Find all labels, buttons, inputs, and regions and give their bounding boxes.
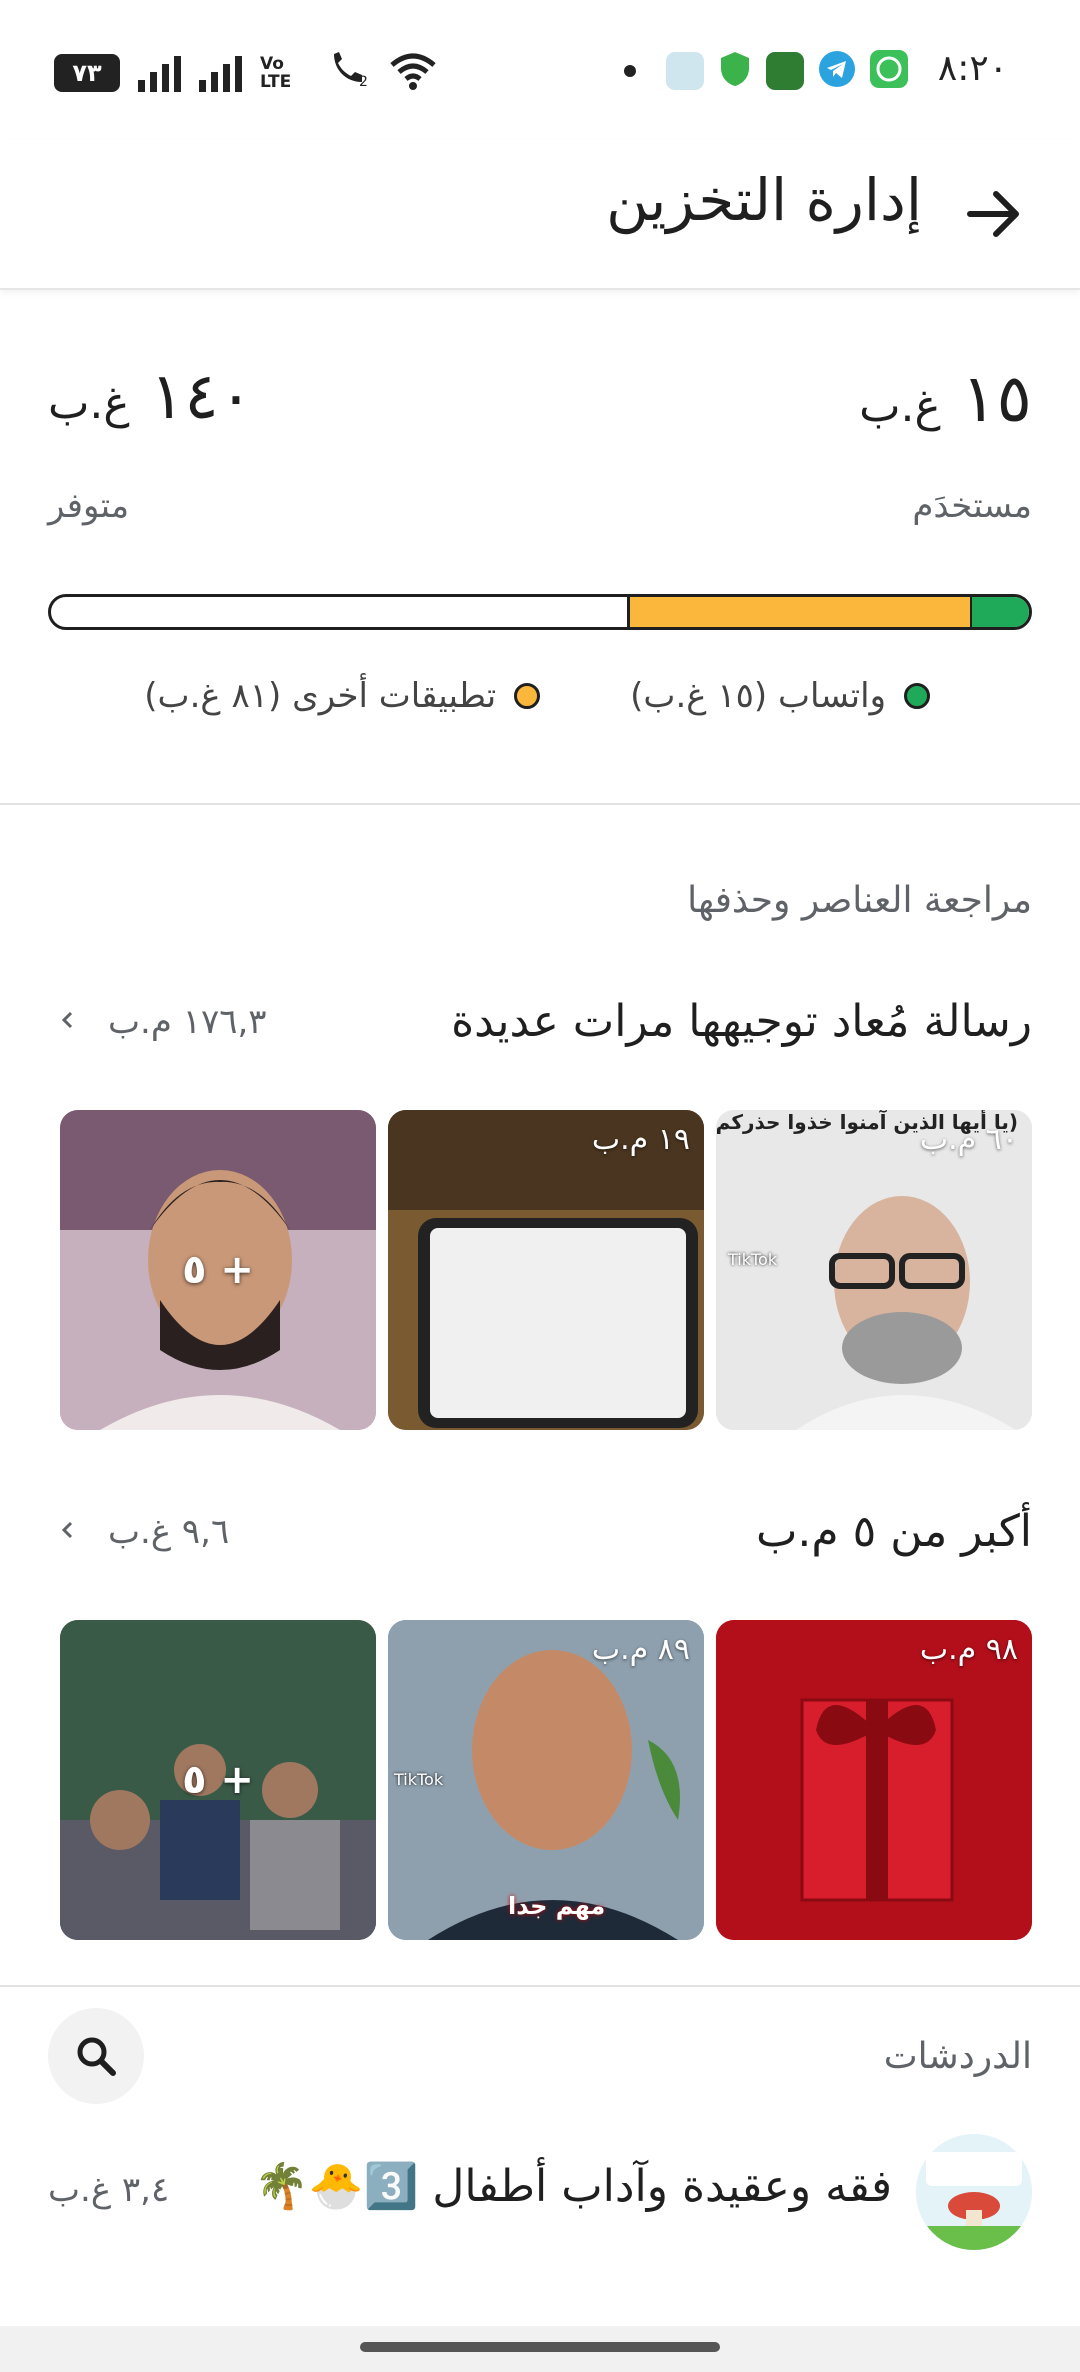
chats-section-title: الدردشات [883,2036,1032,2077]
chat-name: فقه وعقيدة وآداب أطفال 3️⃣🐣🌴 [254,2161,892,2212]
notification-icons [624,50,908,92]
status-left: ٧٣ Vo LTE 2 [54,48,438,97]
section-divider [0,803,1080,805]
page-title: إدارة التخزين [606,166,922,234]
legend-item-other-apps: تطبيقات أخرى (٨١ غ.ب) [144,676,541,716]
signal-icon [138,54,181,92]
battery-icon: ٧٣ [54,53,120,92]
used-number: ١٥ [961,360,1032,437]
signal-icon-2 [199,54,242,92]
used-unit: غ.ب [859,381,941,432]
app-bar: إدارة التخزين [0,140,1080,290]
group-title-large-files: أكبر من ٥ م.ب [755,1506,1032,1557]
thumbnail-more[interactable]: + ٥ [60,1110,376,1430]
thumbnail-size: ١٩ م.ب [591,1122,690,1157]
legend-label-whatsapp: واتساب (١٥ غ.ب) [630,676,886,716]
group-header-forwarded[interactable]: رسالة مُعاد توجيهها مرات عديدة ١٧٦,٣ م.ب [48,990,1032,1060]
tiktok-badge: TikTok [394,1770,444,1789]
man-with-glasses-image [716,1110,1032,1430]
arrow-right-icon [967,191,1019,237]
chat-row[interactable]: فقه وعقيدة وآداب أطفال 3️⃣🐣🌴 ٣,٤ غ.ب [0,2130,1080,2250]
thumbnail-video[interactable]: ٨٩ م.ب مهم جدا TikTok [388,1620,704,1940]
chat-size: ٣,٤ غ.ب [48,2170,170,2210]
chevron-left-icon [48,1510,88,1550]
storage-legend: واتساب (١٥ غ.ب) تطبيقات أخرى (٨١ غ.ب) [144,676,930,716]
storage-segment-divider [627,597,630,627]
navigation-bar [0,2326,1080,2372]
telegram-icon [818,50,856,92]
video-caption: مهم جدا [508,1892,606,1920]
mosque-app-icon [666,52,704,90]
thumbnail-size: ٨٩ م.ب [591,1632,690,1667]
group-size-large-files: ٩,٦ غ.ب [108,1512,230,1552]
thumbnail-video[interactable]: ٩٨ م.ب [716,1620,1032,1940]
used-label: مستخدَم [912,486,1032,526]
large-files-thumbnails: ٩٨ م.ب ٨٩ م.ب مهم جدا TikTok + ٥ [60,1620,1032,1940]
more-count: + ٥ [182,1757,254,1803]
free-number: ١٤٠ [150,360,254,434]
volte-icon: Vo LTE [260,53,292,92]
more-count: + ٥ [182,1247,254,1293]
thumbnail-size: ٩٨ م.ب [919,1632,1018,1667]
free-storage-value: ١٤٠ غ.ب [48,360,253,434]
thumbnail-video[interactable]: ١٩ م.ب [388,1110,704,1430]
sim-badge: 2 [359,74,368,88]
search-icon [77,2037,116,2076]
home-handle[interactable] [360,2342,720,2352]
tiktok-badge: TikTok [728,1250,778,1269]
clock: ٨:٢٠ [937,48,1008,89]
forwarded-thumbnails: ٦٠ م.ب (يا أيها الذين آمنوا خذوا حذركم) … [60,1110,1032,1430]
wifi-calling-icon: 2 [326,48,370,97]
free-label: متوفر [48,486,130,526]
chevron-left-icon [48,1000,88,1040]
video-caption: (يا أيها الذين آمنوا خذوا حذركم) [716,1110,1018,1134]
storage-segment-other-apps [628,597,970,627]
chat-avatar-image [916,2134,1032,2250]
legend-dot-other-apps [514,683,541,709]
chat-avatar [916,2134,1032,2250]
legend-dot-whatsapp [904,683,930,709]
storage-usage-bar [48,594,1032,630]
thumbnail-more[interactable]: + ٥ [60,1620,376,1940]
tablet-image [388,1110,704,1430]
legend-item-whatsapp: واتساب (١٥ غ.ب) [630,676,930,716]
group-title-forwarded: رسالة مُعاد توجيهها مرات عديدة [451,996,1032,1047]
section-divider [0,1985,1080,1987]
group-size-forwarded: ١٧٦,٣ م.ب [108,1002,267,1042]
notification-dot-icon [624,65,636,77]
used-storage-value: ١٥ غ.ب [859,360,1032,437]
thumbnail-video[interactable]: ٦٠ م.ب (يا أيها الذين آمنوا خذوا حذركم) … [716,1110,1032,1430]
gift-box-image [716,1620,1032,1940]
group-header-large-files[interactable]: أكبر من ٥ م.ب ٩,٦ غ.ب [48,1500,1032,1570]
review-section-title: مراجعة العناصر وحذفها [687,880,1032,921]
search-button[interactable] [48,2008,144,2104]
free-unit: غ.ب [48,378,130,429]
storage-segment-whatsapp [970,597,1029,627]
wifi-icon [388,51,438,95]
whatsapp-icon [870,50,908,92]
shield-icon [718,50,752,92]
quran-app-icon [766,52,804,90]
legend-label-other-apps: تطبيقات أخرى (٨١ غ.ب) [144,676,497,716]
back-button[interactable] [948,168,1040,260]
status-bar: ٧٣ Vo LTE 2 ٨:٢٠ [0,0,1080,140]
